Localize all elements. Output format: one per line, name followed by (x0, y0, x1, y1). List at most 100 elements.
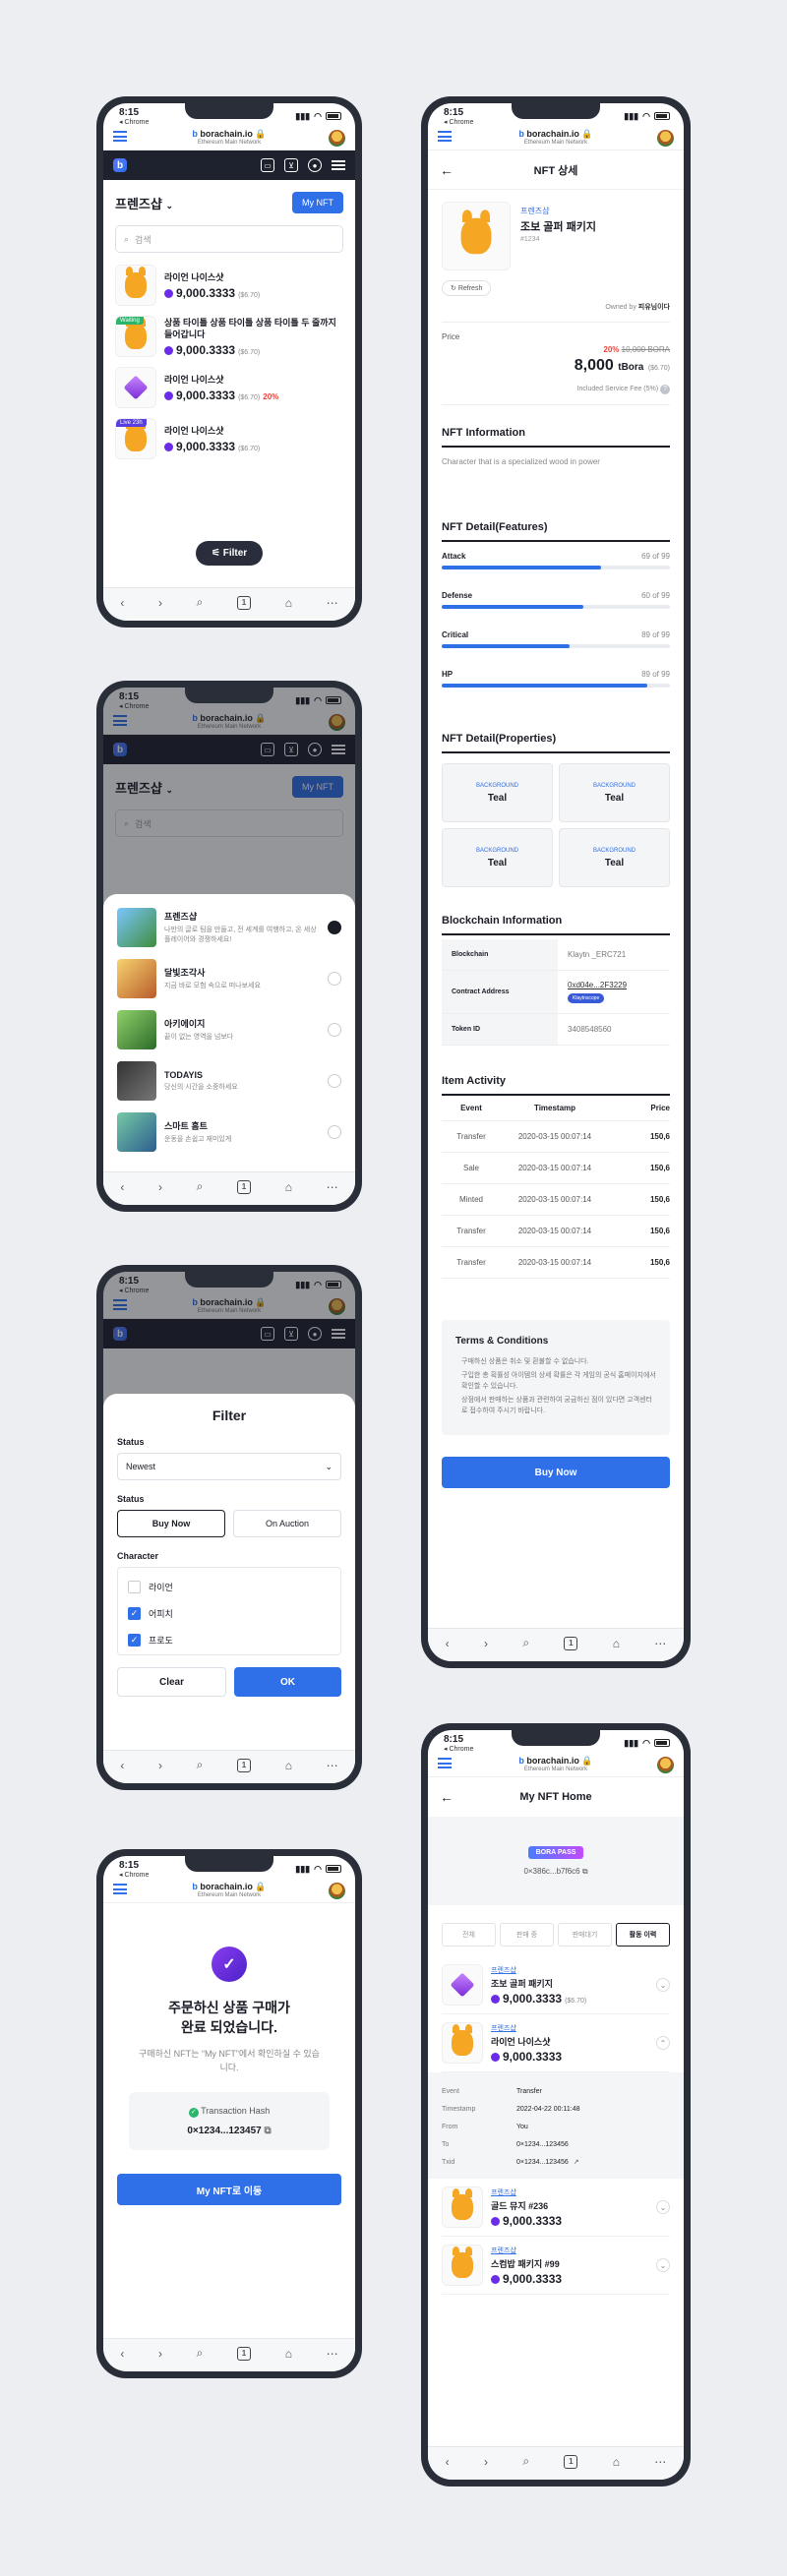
search-icon[interactable]: ⌕ (522, 1636, 529, 1650)
go-my-nft-button[interactable]: My NFT로 이동 (117, 2174, 341, 2205)
tabs-button[interactable]: 1 (564, 1636, 578, 1650)
status-select[interactable]: Newest ⌄ (117, 1453, 341, 1480)
nft-thumbnail[interactable]: Waiting (115, 316, 156, 357)
search-icon[interactable]: ⌕ (197, 2346, 204, 2361)
radio-button[interactable] (328, 921, 341, 934)
radio-button[interactable] (328, 1125, 341, 1139)
character-option[interactable]: ✓ 어피치 (128, 1600, 331, 1627)
back-to-chrome[interactable]: ◂ Chrome (119, 118, 149, 126)
buy-now-button[interactable]: Buy Now (442, 1457, 670, 1488)
copy-icon[interactable]: ⧉ (582, 1867, 588, 1876)
more-icon[interactable]: ⋯ (327, 596, 338, 610)
more-icon[interactable]: ⋯ (327, 2347, 338, 2361)
character-option[interactable]: 라이언 (128, 1574, 331, 1600)
nft-thumbnail[interactable] (115, 367, 156, 408)
address-bar[interactable]: b borachain.io 🔒 Ethereum Main Network (103, 125, 355, 150)
inbox-icon[interactable]: ⊻ (284, 158, 298, 172)
tabs-button[interactable]: 1 (237, 1179, 252, 1194)
forward-arrow-icon[interactable]: › (158, 2347, 162, 2361)
chevron-down-icon[interactable]: ⌄ (656, 1978, 670, 1992)
more-icon[interactable]: ⋯ (654, 2455, 666, 2469)
tabs-button[interactable]: 1 (237, 2346, 252, 2361)
buy-now-toggle[interactable]: Buy Now (117, 1510, 225, 1537)
home-icon[interactable]: ⌂ (285, 2347, 292, 2361)
copy-icon[interactable]: ⧉ (265, 2126, 272, 2136)
back-arrow-icon[interactable]: ‹ (120, 1180, 124, 1194)
my-nft-item[interactable]: 프렌즈샵 조보 골퍼 패키지 9,000.3333 ($6.70) ⌄ (442, 1956, 670, 2014)
forward-arrow-icon[interactable]: › (484, 2455, 488, 2469)
list-item[interactable]: Waiting 상품 타이틀 상품 타이틀 상품 타이틀 두 줄까지 들어갑니다 9… (115, 316, 343, 357)
collection-item[interactable]: TODAYIS 당신의 시간을 소중하세요 (117, 1059, 341, 1103)
list-item[interactable]: 라이언 나이스샷 9,000.3333 ($6.70) 20% (115, 367, 343, 408)
filter-button[interactable]: ⚟ Filter (196, 541, 264, 566)
forward-arrow-icon[interactable]: › (158, 1759, 162, 1772)
menu-icon[interactable] (438, 131, 452, 142)
home-icon[interactable]: ⌂ (285, 1759, 292, 1772)
back-arrow-icon[interactable]: ‹ (446, 2455, 450, 2469)
my-nft-item[interactable]: 프렌즈샵 스컴밥 패키지 #99 9,000.3333 ⌄ (442, 2237, 670, 2295)
back-arrow-icon[interactable]: ‹ (120, 596, 124, 610)
radio-button[interactable] (328, 972, 341, 986)
tab-item[interactable]: 판매대기 (558, 1923, 612, 1947)
avatar[interactable] (329, 130, 345, 147)
character-option[interactable]: ✓ 프로도 (128, 1627, 331, 1653)
nft-thumbnail[interactable] (115, 265, 156, 306)
my-nft-button[interactable]: My NFT (292, 192, 343, 213)
nft-collection[interactable]: 프렌즈샵 (520, 206, 596, 216)
profile-icon[interactable]: ● (308, 158, 322, 172)
home-icon[interactable]: ⌂ (285, 596, 292, 610)
item-collection[interactable]: 프렌즈샵 (491, 2187, 648, 2197)
chain-value[interactable]: 0xd04e...2F3229 (568, 981, 670, 989)
collection-item[interactable]: 스마트 홈트 운동을 손쉽고 재미있게 (117, 1110, 341, 1154)
ok-button[interactable]: OK (234, 1667, 341, 1697)
address-bar[interactable]: b borachain.io 🔒 Ethereum Main Network (428, 125, 684, 150)
chevron-up-icon[interactable]: ⌃ (656, 2036, 670, 2050)
site-menu-icon[interactable] (332, 160, 345, 170)
home-icon[interactable]: ⌂ (285, 1180, 292, 1194)
back-icon[interactable]: ← (440, 1789, 454, 1805)
back-icon[interactable]: ← (440, 162, 454, 178)
list-item[interactable]: 라이언 나이스샷 9,000.3333 ($6.70) (115, 265, 343, 306)
back-arrow-icon[interactable]: ‹ (120, 1759, 124, 1772)
chevron-down-icon[interactable]: ⌄ (656, 2200, 670, 2214)
checkbox[interactable]: ✓ (128, 1634, 141, 1647)
collection-item[interactable]: 달빛조각사 지금 바로 모험 속으로 떠나보세요 (117, 957, 341, 1000)
item-collection[interactable]: 프렌즈샵 (491, 1965, 648, 1975)
item-collection[interactable]: 프렌즈샵 (491, 2246, 648, 2255)
collection-dropdown[interactable]: 프렌즈샵 ⌄ (115, 194, 173, 212)
home-icon[interactable]: ⌂ (613, 2455, 620, 2469)
address-bar[interactable]: b borachain.io 🔒 Ethereum Main Network (428, 1752, 684, 1777)
my-nft-item[interactable]: 프렌즈샵 라이언 나이스샷 9,000.3333 ⌃ (442, 2014, 670, 2072)
checkbox[interactable]: ✓ (128, 1607, 141, 1620)
klaytnscope-badge[interactable]: Klaytnscope (568, 993, 605, 1003)
radio-button[interactable] (328, 1023, 341, 1037)
item-collection[interactable]: 프렌즈샵 (491, 2023, 648, 2033)
menu-icon[interactable] (438, 1758, 452, 1768)
chevron-down-icon[interactable]: ⌄ (656, 2258, 670, 2272)
on-auction-toggle[interactable]: On Auction (233, 1510, 341, 1537)
tab-item[interactable]: 활동 이력 (616, 1923, 670, 1947)
nft-thumbnail[interactable] (442, 2245, 483, 2286)
refresh-button[interactable]: ↻ Refresh (442, 280, 492, 296)
forward-arrow-icon[interactable]: › (484, 1637, 488, 1650)
tabs-button[interactable]: 1 (237, 1758, 252, 1772)
checkbox[interactable] (128, 1581, 141, 1593)
radio-button[interactable] (328, 1074, 341, 1088)
clear-button[interactable]: Clear (117, 1667, 226, 1697)
list-item[interactable]: Live 23h 라이언 나이스샷 9,000.3333 ($6.70) (115, 418, 343, 459)
more-icon[interactable]: ⋯ (327, 1180, 338, 1194)
wallet-icon[interactable]: ▭ (261, 158, 274, 172)
info-icon[interactable]: ? (660, 385, 670, 394)
nft-thumbnail[interactable] (442, 1964, 483, 2006)
external-link-icon[interactable]: ↗ (574, 2158, 579, 2166)
forward-arrow-icon[interactable]: › (158, 1180, 162, 1194)
search-icon[interactable]: ⌕ (197, 595, 204, 610)
menu-icon[interactable] (113, 131, 127, 142)
my-nft-item[interactable]: 프렌즈샵 골드 뮤지 #236 9,000.3333 ⌄ (442, 2179, 670, 2237)
back-to-chrome[interactable]: ◂ Chrome (444, 118, 473, 126)
back-to-chrome[interactable]: ◂ Chrome (444, 1745, 473, 1753)
tab-item[interactable]: 전체 (442, 1923, 496, 1947)
back-arrow-icon[interactable]: ‹ (446, 1637, 450, 1650)
search-icon[interactable]: ⌕ (197, 1179, 204, 1194)
avatar[interactable] (657, 1757, 674, 1773)
